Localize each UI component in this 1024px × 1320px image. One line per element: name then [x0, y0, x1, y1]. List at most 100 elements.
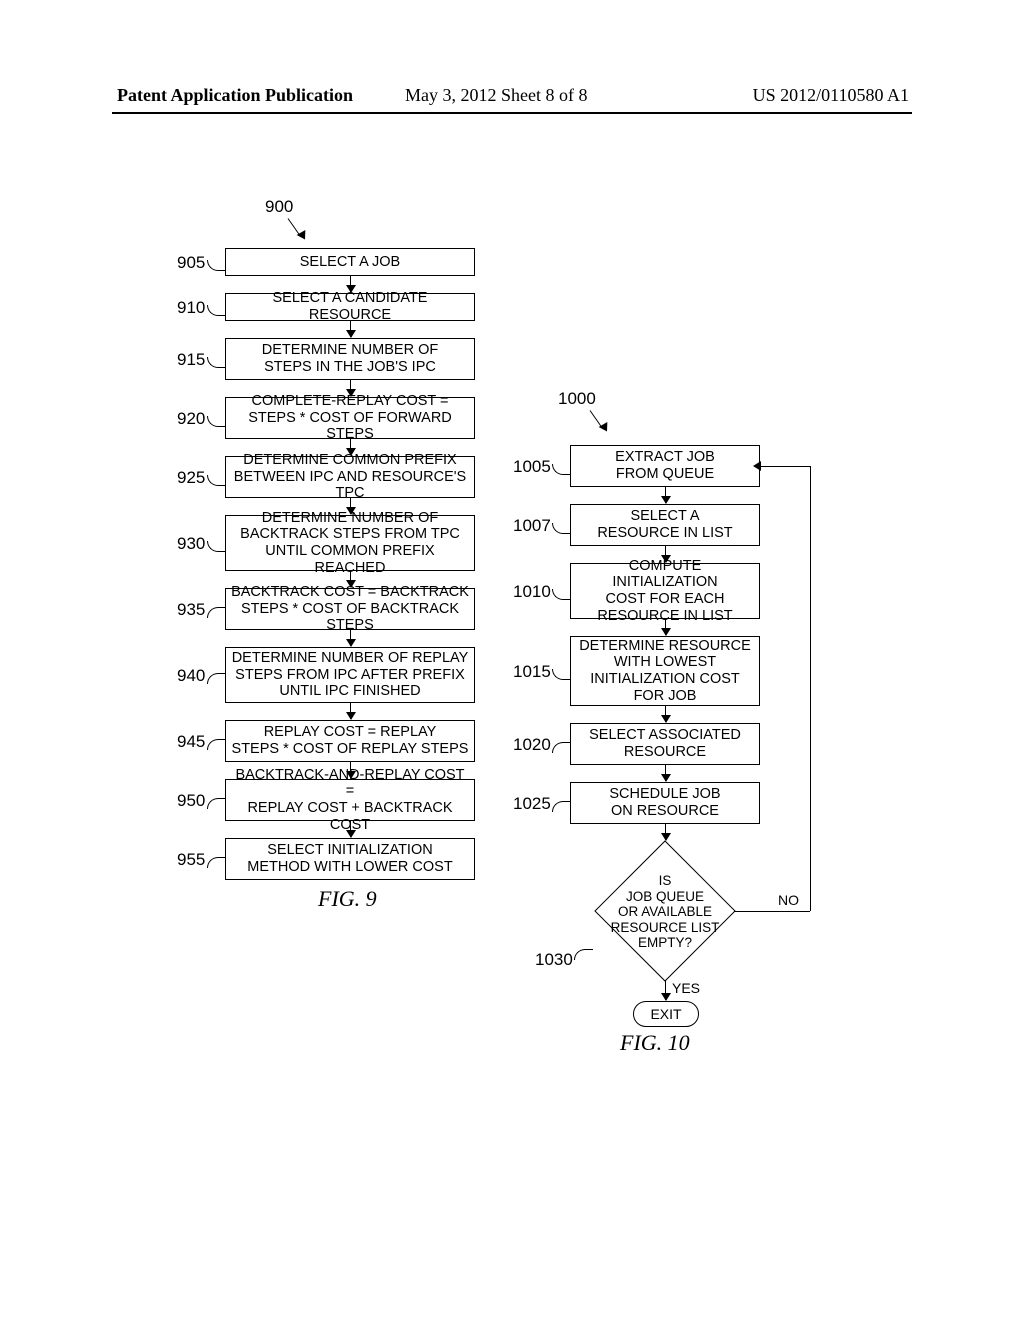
fig10-no-v [810, 466, 811, 911]
fig9-curve-940 [207, 673, 226, 684]
fig9-ref-930: 930 [177, 534, 205, 554]
fig10-yes-label: YES [672, 980, 700, 996]
fig10-box-1005: EXTRACT JOB FROM QUEUE [570, 445, 760, 487]
fig10-start-ref: 1000 [558, 389, 596, 409]
fig9-box-930: DETERMINE NUMBER OF BACKTRACK STEPS FROM… [225, 515, 475, 571]
fig9-curve-910 [207, 305, 226, 316]
fig9-curve-935 [207, 607, 226, 618]
fig10-box-1025-text: SCHEDULE JOB ON RESOURCE [609, 786, 720, 819]
fig10-arrow-1015-1020 [665, 706, 666, 722]
fig10-ref-1010: 1010 [513, 582, 551, 602]
fig9-start-ref: 900 [265, 197, 293, 217]
fig10-curve-1010 [552, 589, 571, 600]
fig9-curve-920 [207, 416, 226, 427]
fig10-box-1020: SELECT ASSOCIATED RESOURCE [570, 723, 760, 765]
fig10-decision-text: IS JOB QUEUE OR AVAILABLE RESOURCE LIST … [595, 873, 735, 951]
fig9-box-925: DETERMINE COMMON PREFIX BETWEEN IPC AND … [225, 456, 475, 498]
fig9-box-910: SELECT A CANDIDATE RESOURCE [225, 293, 475, 321]
fig9-arrow-940-945 [350, 703, 351, 719]
fig10-curve-1020 [552, 742, 571, 753]
fig10-no-label: NO [778, 892, 799, 908]
fig9-curve-925 [207, 475, 226, 486]
fig10-box-1010-text: COMPUTE INITIALIZATION COST FOR EACH RES… [575, 558, 755, 625]
fig9-ref-950: 950 [177, 791, 205, 811]
fig10-arrow-1005-1007 [665, 487, 666, 503]
fig9-box-940-text: DETERMINE NUMBER OF REPLAY STEPS FROM IP… [232, 650, 469, 700]
fig9-arrow-910-915 [350, 321, 351, 337]
fig9-box-915: DETERMINE NUMBER OF STEPS IN THE JOB'S I… [225, 338, 475, 380]
fig9-ref-940: 940 [177, 666, 205, 686]
fig10-box-1005-text: EXTRACT JOB FROM QUEUE [615, 449, 715, 482]
fig9-curve-950 [207, 798, 226, 809]
fig10-no-h2 [760, 466, 810, 467]
fig10-box-1020-text: SELECT ASSOCIATED RESOURCE [589, 727, 741, 760]
fig10-curve-1005 [552, 464, 571, 475]
header-rule [112, 112, 912, 114]
fig9-box-915-text: DETERMINE NUMBER OF STEPS IN THE JOB'S I… [262, 342, 438, 375]
fig10-arrow-1010-1015 [665, 619, 666, 635]
fig10-exit-text: EXIT [650, 1006, 681, 1022]
fig9-box-920: COMPLETE-REPLAY COST = STEPS * COST OF F… [225, 397, 475, 439]
fig10-ref-1007: 1007 [513, 516, 551, 536]
fig10-box-1007: SELECT A RESOURCE IN LIST [570, 504, 760, 546]
fig9-box-905: SELECT A JOB [225, 248, 475, 276]
fig9-box-955-text: SELECT INITIALIZATION METHOD WITH LOWER … [247, 842, 452, 875]
fig9-ref-910: 910 [177, 298, 205, 318]
fig9-curve-915 [207, 357, 226, 368]
fig10-box-1015-text: DETERMINE RESOURCE WITH LOWEST INITIALIZ… [579, 638, 751, 705]
fig10-box-1010: COMPUTE INITIALIZATION COST FOR EACH RES… [570, 563, 760, 619]
fig9-box-935: BACKTRACK COST = BACKTRACK STEPS * COST … [225, 588, 475, 630]
fig10-no-h1 [734, 911, 810, 912]
fig10-caption: FIG. 10 [620, 1030, 690, 1056]
fig9-box-955: SELECT INITIALIZATION METHOD WITH LOWER … [225, 838, 475, 880]
fig10-ref-1030: 1030 [535, 950, 573, 970]
fig9-ref-935: 935 [177, 600, 205, 620]
fig9-curve-905 [207, 260, 226, 271]
fig9-curve-945 [207, 739, 226, 750]
fig10-arrow-1020-1025 [665, 765, 666, 781]
patent-page: Patent Application Publication May 3, 20… [0, 0, 1024, 1320]
header-middle: May 3, 2012 Sheet 8 of 8 [405, 85, 587, 106]
fig9-arrow-935-940 [350, 630, 351, 646]
fig10-curve-1030 [574, 949, 593, 960]
fig10-curve-1007 [552, 523, 571, 534]
fig10-ref-1015: 1015 [513, 662, 551, 682]
fig10-box-1015: DETERMINE RESOURCE WITH LOWEST INITIALIZ… [570, 636, 760, 706]
fig10-exit: EXIT [633, 1001, 699, 1027]
fig9-caption: FIG. 9 [318, 886, 377, 912]
fig10-ref-1025: 1025 [513, 794, 551, 814]
fig9-box-945: REPLAY COST = REPLAY STEPS * COST OF REP… [225, 720, 475, 762]
fig10-ref-1005: 1005 [513, 457, 551, 477]
fig9-ref-955: 955 [177, 850, 205, 870]
fig9-box-930-text: DETERMINE NUMBER OF BACKTRACK STEPS FROM… [230, 510, 470, 577]
fig9-box-940: DETERMINE NUMBER OF REPLAY STEPS FROM IP… [225, 647, 475, 703]
fig9-curve-955 [207, 857, 226, 868]
fig9-box-920-text: COMPLETE-REPLAY COST = STEPS * COST OF F… [230, 393, 470, 443]
fig10-ref-1020: 1020 [513, 735, 551, 755]
fig9-start-tick-icon [288, 218, 312, 242]
fig9-arrow-950-955 [350, 821, 351, 837]
fig10-start-tick-icon [590, 410, 614, 434]
fig10-box-1007-text: SELECT A RESOURCE IN LIST [597, 508, 732, 541]
fig10-decision: IS JOB QUEUE OR AVAILABLE RESOURCE LIST … [595, 841, 735, 981]
fig9-box-935-text: BACKTRACK COST = BACKTRACK STEPS * COST … [230, 584, 470, 634]
fig10-yes-arrow [665, 980, 666, 1000]
header-left: Patent Application Publication [117, 85, 353, 106]
fig9-box-945-text: REPLAY COST = REPLAY STEPS * COST OF REP… [232, 724, 469, 757]
fig9-box-905-text: SELECT A JOB [300, 254, 400, 271]
fig9-box-950: BACKTRACK-AND-REPLAY COST = REPLAY COST … [225, 779, 475, 821]
fig10-curve-1025 [552, 801, 571, 812]
fig10-arrow-1025-decision [665, 824, 666, 840]
fig9-box-925-text: DETERMINE COMMON PREFIX BETWEEN IPC AND … [230, 452, 470, 502]
fig10-curve-1015 [552, 669, 571, 680]
fig9-ref-905: 905 [177, 253, 205, 273]
fig9-ref-920: 920 [177, 409, 205, 429]
fig10-box-1025: SCHEDULE JOB ON RESOURCE [570, 782, 760, 824]
fig9-ref-915: 915 [177, 350, 205, 370]
fig9-ref-945: 945 [177, 732, 205, 752]
header-right: US 2012/0110580 A1 [753, 85, 909, 106]
fig10-no-arrowhead [753, 461, 761, 471]
fig9-ref-925: 925 [177, 468, 205, 488]
fig9-box-910-text: SELECT A CANDIDATE RESOURCE [230, 290, 470, 323]
fig9-curve-930 [207, 541, 226, 552]
